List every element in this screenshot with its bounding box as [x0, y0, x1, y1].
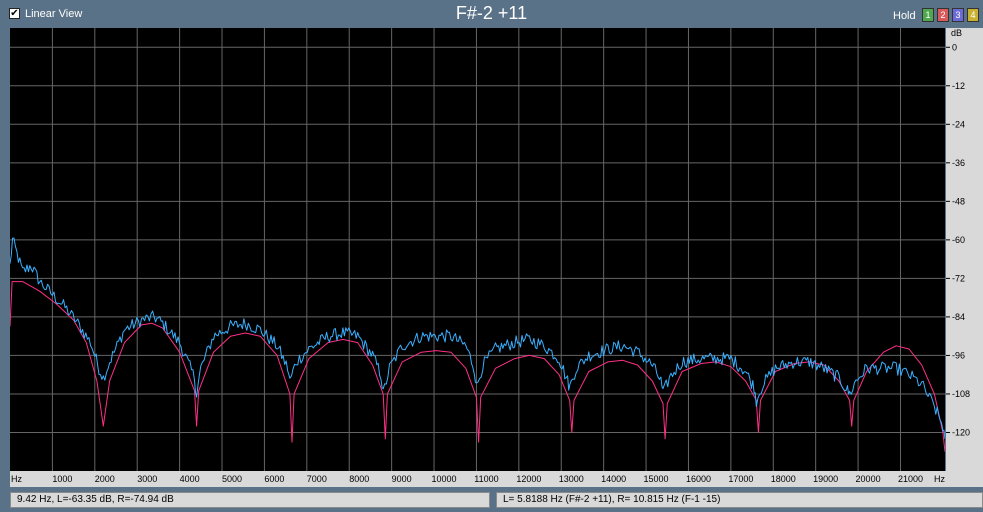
- y-axis: dB 0 -12 -24 -36 -48 -60 -72 -84 -96 -108 -120: [946, 28, 983, 471]
- x-tick-label: 3000: [137, 474, 157, 484]
- spectrum-plot-area[interactable]: [9, 28, 946, 471]
- x-tick-label: 5000: [222, 474, 242, 484]
- x-axis-labels: Hz Hz 1000 2000 3000 4000 5000 6000 7000 8000 90…: [11, 474, 945, 484]
- y-tick-label: -96: [952, 350, 965, 360]
- y-tick-label: 0: [952, 42, 957, 52]
- y-tick-label: -24: [952, 119, 965, 129]
- left-channel-series-line: [9, 237, 946, 439]
- x-axis-unit-label-right: Hz: [934, 474, 945, 484]
- x-tick-label: 10000: [432, 474, 457, 484]
- y-tick-label: -120: [952, 427, 970, 437]
- hold-label: Hold: [893, 10, 916, 22]
- x-tick-label: 21000: [898, 474, 923, 484]
- x-tick-label: 1000: [52, 474, 72, 484]
- x-tick-label: 16000: [686, 474, 711, 484]
- x-tick-label: 2000: [95, 474, 115, 484]
- x-tick-label: 4000: [180, 474, 200, 484]
- y-tick-label: -12: [952, 81, 965, 91]
- x-tick-label: 8000: [349, 474, 369, 484]
- hold-button-1[interactable]: 1: [922, 8, 934, 22]
- top-bar: ✔ Linear View F#-2 +11 Hold 1 2 3 4: [0, 0, 983, 28]
- y-tick-label: -108: [952, 389, 970, 399]
- x-tick-label: 12000: [516, 474, 541, 484]
- x-tick-label: 9000: [392, 474, 412, 484]
- x-tick-label: 13000: [559, 474, 584, 484]
- status-pitch-readout: L= 5.8188 Hz (F#-2 +11), R= 10.815 Hz (F…: [496, 492, 983, 508]
- hold-button-4[interactable]: 4: [967, 8, 979, 22]
- x-tick-label: 18000: [771, 474, 796, 484]
- y-tick-label: -60: [952, 235, 965, 245]
- hold-button-2[interactable]: 2: [937, 8, 949, 22]
- y-axis-unit-label: dB: [951, 28, 962, 38]
- x-tick-label: 19000: [813, 474, 838, 484]
- right-channel-series-line: [9, 281, 946, 452]
- hold-button-3[interactable]: 3: [952, 8, 964, 22]
- y-tick-label: -84: [952, 312, 965, 322]
- y-axis-labels: dB 0 -12 -24 -36 -48 -60 -72 -84 -96 -108 -120: [946, 28, 970, 437]
- x-tick-label: 7000: [307, 474, 327, 484]
- y-tick-label: -36: [952, 158, 965, 168]
- spectrum-chart[interactable]: [9, 28, 946, 471]
- status-cursor-readout: 9.42 Hz, L=-63.35 dB, R=-74.94 dB: [10, 492, 490, 508]
- x-tick-label: 17000: [728, 474, 753, 484]
- x-axis: Hz Hz 1000 2000 3000 4000 5000 6000 7000 8000 90…: [10, 471, 983, 487]
- x-axis-unit-label-left: Hz: [11, 474, 22, 484]
- x-tick-label: 20000: [856, 474, 881, 484]
- x-tick-label: 15000: [644, 474, 669, 484]
- x-tick-label: 14000: [601, 474, 626, 484]
- x-tick-label: 6000: [264, 474, 284, 484]
- y-tick-label: -48: [952, 196, 965, 206]
- note-readout: F#-2 +11: [455, 3, 528, 23]
- x-tick-label: 11000: [474, 474, 498, 484]
- y-tick-label: -72: [952, 273, 965, 283]
